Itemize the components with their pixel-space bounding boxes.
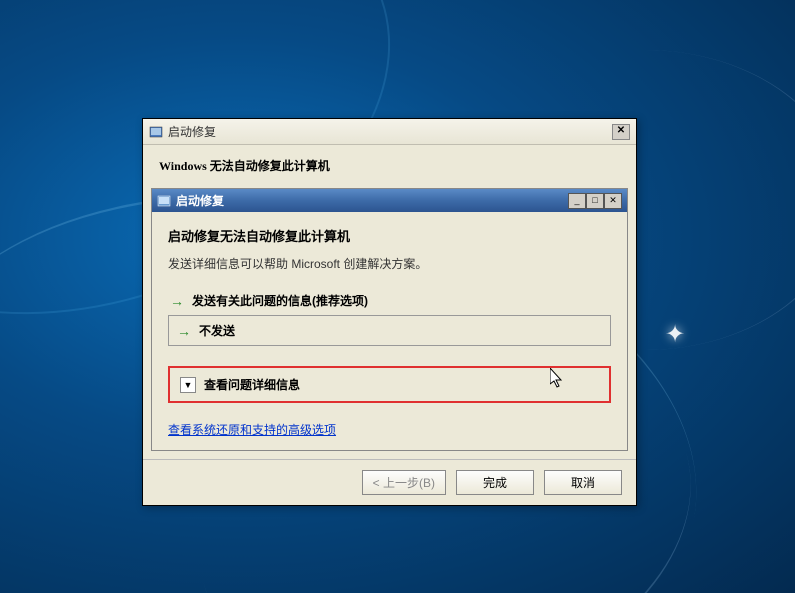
view-details-section[interactable]: ▼ 查看问题详细信息 <box>168 366 611 403</box>
star-decoration <box>665 320 695 350</box>
maximize-button[interactable]: □ <box>586 193 604 209</box>
inner-heading: 启动修复无法自动修复此计算机 <box>168 226 611 245</box>
option-dont-send[interactable]: → 不发送 <box>168 315 611 346</box>
inner-title: 启动修复 <box>176 192 224 209</box>
close-button[interactable]: ✕ <box>604 193 622 209</box>
app-icon <box>149 125 163 139</box>
advanced-options-link[interactable]: 查看系统还原和支持的高级选项 <box>168 421 336 438</box>
view-details-label: 查看问题详细信息 <box>204 376 300 393</box>
option-send-label: 发送有关此问题的信息(推荐选项) <box>192 292 368 309</box>
startup-repair-inner-dialog: 启动修复 _ □ ✕ 启动修复无法自动修复此计算机 发送详细信息可以帮助 Mic… <box>151 188 628 451</box>
option-send-info[interactable]: → 发送有关此问题的信息(推荐选项) <box>168 288 611 313</box>
back-button: < 上一步(B) <box>362 470 446 495</box>
outer-titlebar[interactable]: 启动修复 ✕ <box>143 119 636 145</box>
inner-description: 发送详细信息可以帮助 Microsoft 创建解决方案。 <box>168 255 611 272</box>
outer-title: 启动修复 <box>168 123 216 140</box>
minimize-button[interactable]: _ <box>568 193 586 209</box>
option-dont-send-label: 不发送 <box>199 322 235 339</box>
startup-repair-dialog: 启动修复 ✕ Windows 无法自动修复此计算机 启动修复 _ □ ✕ <box>142 118 637 506</box>
outer-heading: Windows 无法自动修复此计算机 <box>159 157 620 174</box>
chevron-down-icon[interactable]: ▼ <box>180 377 196 393</box>
app-icon <box>157 194 171 208</box>
finish-button[interactable]: 完成 <box>456 470 534 495</box>
arrow-icon: → <box>170 293 184 309</box>
arrow-icon: → <box>177 323 191 339</box>
inner-titlebar[interactable]: 启动修复 _ □ ✕ <box>152 189 627 212</box>
cancel-button[interactable]: 取消 <box>544 470 622 495</box>
button-bar: < 上一步(B) 完成 取消 <box>143 459 636 505</box>
close-button[interactable]: ✕ <box>612 124 630 140</box>
